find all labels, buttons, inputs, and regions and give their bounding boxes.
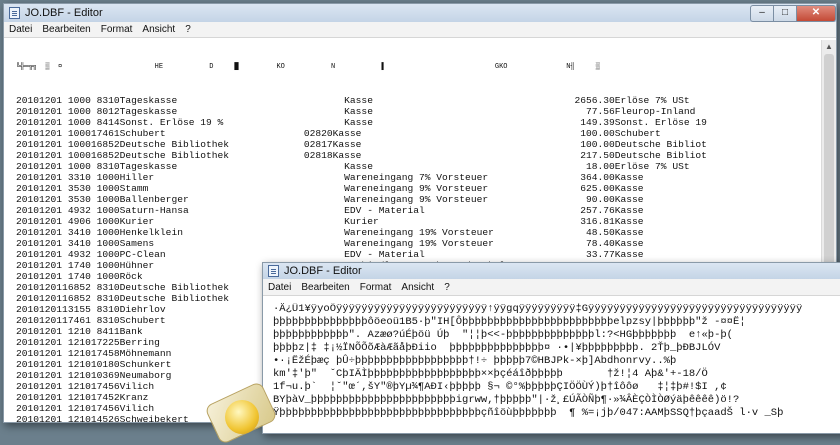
menu-datei[interactable]: Datei: [4, 24, 37, 35]
text-line: •·¡ËžÉþæç þÛ÷þþþþþþþþþþþþþþþþþþ†!÷ þþþþþ…: [273, 355, 677, 367]
scroll-up-icon[interactable]: ▲: [822, 40, 836, 53]
text-line: þþþþþþþþþþþþþþþôöeoü1B5·þ"IH[Ôþþþþþþþþþþ…: [273, 316, 746, 328]
menu-help[interactable]: ?: [180, 24, 196, 35]
editor-window-front: JO.DBF - Editor Datei Bearbeiten Format …: [262, 262, 840, 434]
menu-bar: Datei Bearbeiten Format Ansicht ?: [263, 279, 840, 296]
window-title: JO.DBF - Editor: [25, 7, 103, 19]
text-line: 20101201 100016852Deutsche Bibliothek 02…: [16, 150, 707, 161]
text-area[interactable]: ·Ä¿Ü1¥ÿyoÖÿÿÿÿÿÿÿÿÿÿÿÿÿÿÿÿÿÿÿÿÿÿÿÿ↑ÿÿgqÿ…: [263, 303, 840, 433]
title-bar[interactable]: JO.DBF - Editor: [263, 263, 840, 279]
text-line: 20101201 3530 1000Ballenberger Wareneing…: [16, 194, 644, 205]
text-line: 20101201 4932 1000PC-Clean EDV - Materia…: [16, 249, 644, 260]
menu-ansicht[interactable]: Ansicht: [396, 282, 439, 293]
text-line: 20101201 1000 8310Tageskasse Kasse 18.00…: [16, 161, 690, 172]
menu-help[interactable]: ?: [439, 282, 455, 293]
text-line: Ÿþþþþþþþþþþþþþþþþþþþþþþþþþþþþþþþþçñîöùþþ…: [273, 407, 784, 419]
notepad-icon: [268, 265, 279, 277]
text-line: ·Ä¿Ü1¥ÿyoÖÿÿÿÿÿÿÿÿÿÿÿÿÿÿÿÿÿÿÿÿÿÿÿÿ↑ÿÿgqÿ…: [273, 303, 803, 315]
menu-bearbeiten[interactable]: Bearbeiten: [37, 24, 95, 35]
title-bar[interactable]: JO.DBF - Editor – □ ✕: [4, 4, 836, 22]
text-line: 20101201 3530 1000Stamm Wareneingang 9% …: [16, 183, 644, 194]
text-line: 20101201 3410 1000Henkelklein Wareneinga…: [16, 227, 644, 238]
menu-bar: Datei Bearbeiten Format Ansicht ?: [4, 22, 836, 38]
text-line: 20101201 3310 1000Hiller Wareneingang 7%…: [16, 172, 644, 183]
close-button[interactable]: ✕: [797, 5, 836, 22]
text-line: 20101201 100016852Deutsche Bibliothek 02…: [16, 139, 707, 150]
text-line: þþþþz|‡ ‡¡½ÏNÕÕõÆàÆãåþÐiio þþþþþþþþþþþþþ…: [273, 342, 721, 354]
header-line: ╚╬═╦╗ ▒ ¤ HE D █ KO N ▌ GKO N╢ ▒: [16, 63, 600, 71]
text-line: 20101201 100017461Schubert 02820Kasse 10…: [16, 128, 661, 139]
text-line: 1f¬u.þ` ¦ˇ"œ´,šY"®þYµ¾¶AÐI‹þþþþþ §¬ ©°%þ…: [273, 381, 727, 393]
text-line: km'‡'þ" ˇCþIÄÌþþþþþþþþþþþþþþþþþþ××þçéáîð…: [273, 368, 708, 380]
notepad-icon: [9, 7, 20, 19]
window-title: JO.DBF - Editor: [284, 265, 362, 277]
text-line: 20101201 3410 1000Samens Wareneingang 19…: [16, 238, 644, 249]
text-line: þþþþþþþþþþþþ". Azæø?úÉþöü Úþ "¦¦þ<<-þþþþ…: [273, 329, 733, 341]
text-line: BYþàV_þþþþþþþþþþþþþþþþþþþþþþþigrww,†þþþþ…: [273, 394, 740, 406]
menu-datei[interactable]: Datei: [263, 282, 296, 293]
maximize-button[interactable]: □: [774, 5, 797, 22]
text-line: 20101201 1000 8310Tageskasse Kasse 2656.…: [16, 95, 690, 106]
menu-bearbeiten[interactable]: Bearbeiten: [296, 282, 354, 293]
text-line: 20101201 1000 8414Sonst. Erlöse 19 % Kas…: [16, 117, 707, 128]
menu-ansicht[interactable]: Ansicht: [137, 24, 180, 35]
text-line: 20101201 4932 1000Saturn-Hansa EDV - Mat…: [16, 205, 644, 216]
text-line: 20101201 1000 8012Tageskasse Kasse 77.56…: [16, 106, 696, 117]
minimize-button[interactable]: –: [750, 5, 774, 22]
menu-format[interactable]: Format: [96, 24, 138, 35]
text-line: 20101201 4906 1000Kurier Kurier 316.81Ka…: [16, 216, 644, 227]
menu-format[interactable]: Format: [355, 282, 397, 293]
highlight-icon: [225, 400, 259, 434]
